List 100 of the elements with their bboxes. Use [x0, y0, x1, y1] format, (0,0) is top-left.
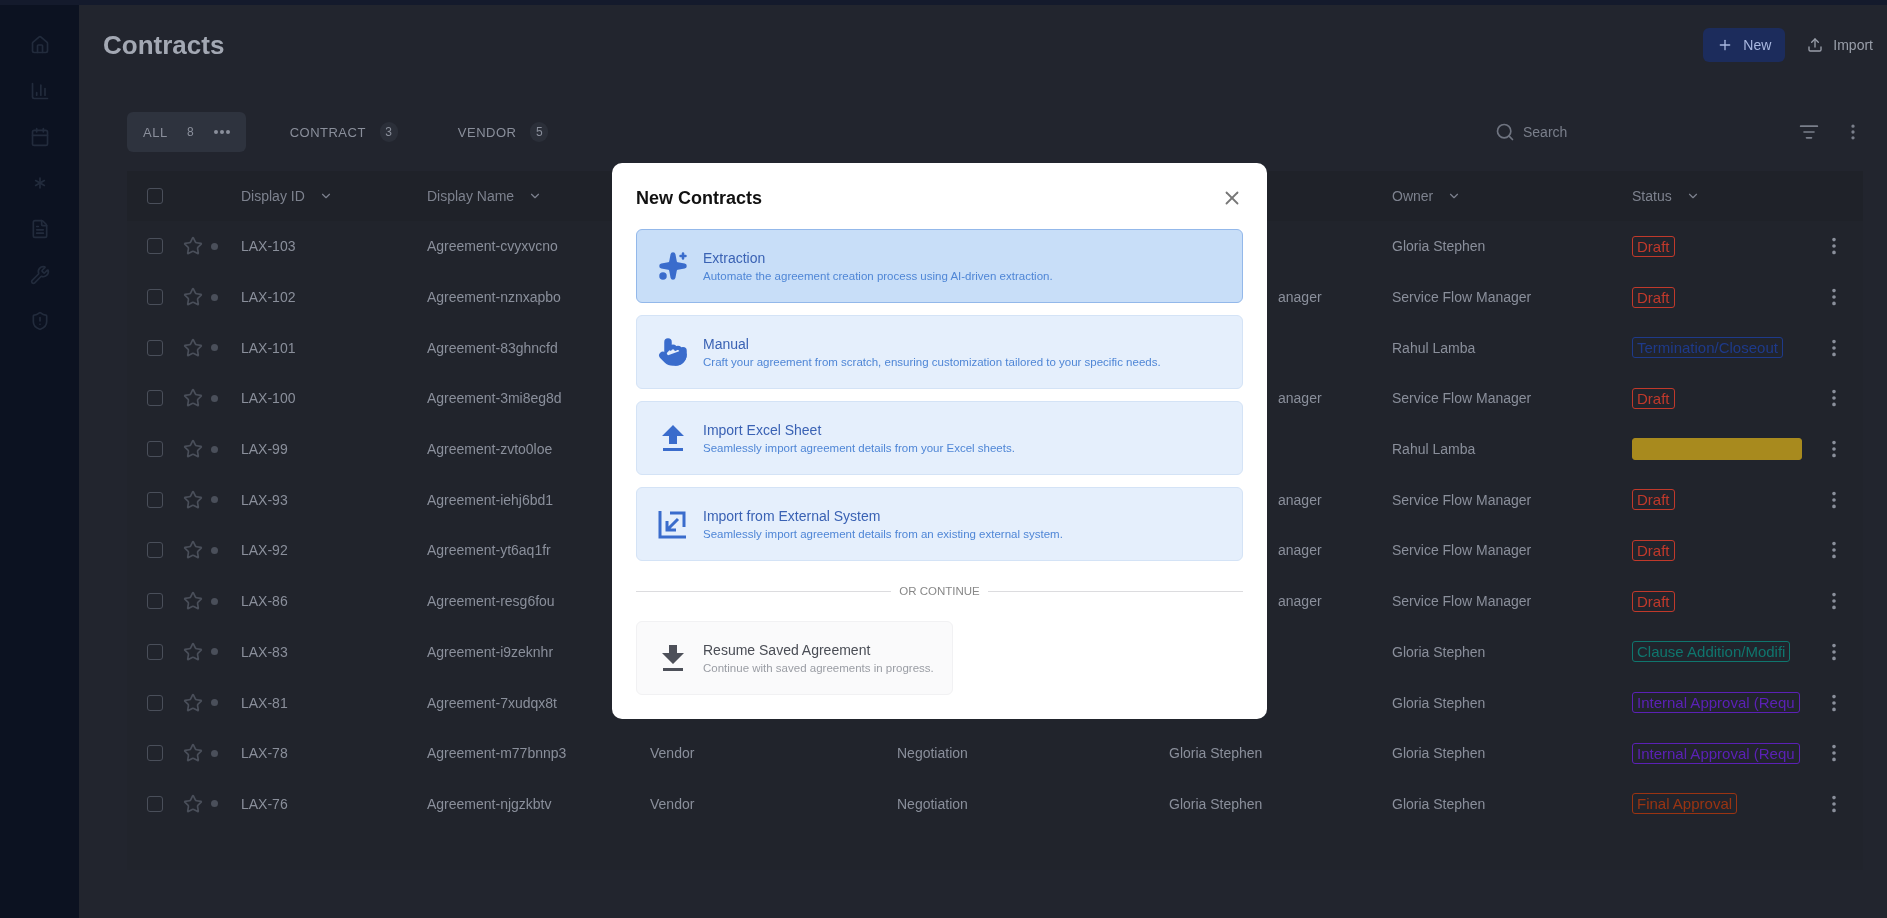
- star-icon[interactable]: [183, 692, 203, 713]
- table-cell-text: anager: [1277, 542, 1323, 559]
- table-cell-text: LAX-100: [241, 390, 297, 407]
- checkbox[interactable]: [147, 289, 163, 306]
- status-badge: Draft: [1632, 387, 1675, 409]
- search-icon: [1495, 122, 1515, 142]
- star-icon[interactable]: [183, 743, 203, 764]
- filter-tab[interactable]: ALL 8: [127, 112, 246, 152]
- dot-icon: [211, 546, 218, 554]
- divider-label: OR CONTINUE: [899, 585, 980, 597]
- dot-icon: [211, 496, 218, 504]
- table-cell-text: LAX-83: [241, 643, 289, 660]
- bar-chart-icon[interactable]: [29, 81, 50, 101]
- column-header[interactable]: Owner: [1392, 188, 1632, 204]
- star-icon[interactable]: [183, 388, 203, 409]
- checkbox[interactable]: [147, 390, 163, 407]
- star-icon[interactable]: [183, 540, 203, 561]
- dot-icon: [211, 293, 218, 301]
- status-badge: Internal Approval (Requ: [1632, 692, 1800, 714]
- table-cell-text: Agreement-i9zeknhr: [427, 643, 555, 660]
- option-card[interactable]: Manual Craft your agreement from scratch, ensuring customization tailored to your specific needs.: [636, 315, 1243, 389]
- checkbox[interactable]: [147, 238, 163, 255]
- star-icon[interactable]: [183, 439, 203, 460]
- home-icon[interactable]: [29, 35, 50, 55]
- page-title: Contracts: [103, 29, 225, 61]
- import-button[interactable]: Import: [1807, 37, 1873, 53]
- table-cell-text: Agreement-m77bnnp3: [427, 745, 568, 762]
- option-card[interactable]: Import Excel Sheet Seamlessly import agreement details from your Excel sheets.: [636, 401, 1243, 475]
- table-cell-text: Negotiation: [897, 745, 969, 762]
- star-icon[interactable]: [183, 287, 203, 308]
- table-cell-text: LAX-103: [241, 238, 297, 255]
- column-header[interactable]: Display ID: [241, 188, 427, 204]
- checkbox[interactable]: [147, 542, 163, 559]
- tab-count: 8: [186, 124, 196, 141]
- table-cell-text: Agreement-yt6aq1fr: [427, 542, 552, 559]
- table-cell-text: Vendor: [650, 795, 696, 812]
- table-cell-text: Gloria Stephen: [1392, 694, 1487, 711]
- table-cell-text: Service Flow Manager: [1392, 390, 1533, 407]
- table-cell-text: Agreement-zvto0loe: [427, 441, 554, 458]
- status-badge: Draft: [1632, 286, 1675, 308]
- filter-icon[interactable]: [1799, 122, 1819, 142]
- star-icon[interactable]: [183, 591, 203, 612]
- table-cell-text: Rahul Lamba: [1392, 339, 1477, 356]
- table-cell-text: Agreement-cvyxvcno: [427, 238, 559, 255]
- calendar-icon[interactable]: [29, 127, 50, 147]
- checkbox[interactable]: [147, 188, 163, 204]
- star-icon[interactable]: [183, 489, 203, 510]
- dot-icon: [211, 394, 218, 402]
- import-arrow-icon: [658, 509, 688, 539]
- filter-tab[interactable]: VENDOR 5: [441, 112, 565, 152]
- option-card[interactable]: Extraction Automate the agreement creation process using AI-driven extraction.: [636, 229, 1243, 303]
- checkbox[interactable]: [147, 795, 163, 812]
- status-badge: Draft: [1632, 489, 1675, 511]
- status-badge: Termination/Closeout: [1632, 337, 1783, 359]
- table-cell-text: Agreement-7xudqx8t: [427, 694, 558, 711]
- dot-icon: [211, 597, 218, 605]
- checkbox[interactable]: [147, 441, 163, 458]
- table-cell-text: LAX-102: [241, 289, 297, 306]
- checkbox[interactable]: [147, 339, 163, 356]
- table-cell-text: LAX-99: [241, 441, 289, 458]
- table-cell-text: Service Flow Manager: [1392, 542, 1533, 559]
- table-cell-text: Gloria Stephen: [1392, 795, 1487, 812]
- wrench-icon[interactable]: [29, 265, 50, 285]
- table-cell-text: Service Flow Manager: [1392, 593, 1533, 610]
- status-badge: Final Approval: [1632, 793, 1738, 815]
- filter-tab[interactable]: CONTRACT 3: [273, 112, 414, 152]
- new-button[interactable]: New: [1703, 28, 1786, 62]
- option-card[interactable]: Resume Saved Agreement Continue with saved agreements in progress.: [636, 621, 953, 695]
- table-cell-text: Gloria Stephen: [1392, 238, 1487, 255]
- star-icon[interactable]: [183, 793, 203, 814]
- status-badge: Internal Approval (Requ: [1632, 742, 1800, 764]
- table-cell-text: LAX-81: [241, 694, 289, 711]
- star-icon[interactable]: [183, 337, 203, 358]
- dot-icon: [211, 749, 218, 757]
- dot-icon: [211, 648, 218, 656]
- table-cell-text: Agreement-nznxapbo: [427, 289, 562, 306]
- column-header[interactable]: Status: [1632, 188, 1823, 204]
- status-badge: Draft: [1632, 235, 1675, 257]
- search-field[interactable]: Search: [1521, 123, 1725, 141]
- tab-count: 3: [379, 122, 398, 142]
- table-cell-text: LAX-101: [241, 339, 297, 356]
- upload-icon: [660, 424, 686, 452]
- table-cell-text: Gloria Stephen: [1169, 795, 1264, 812]
- checkbox[interactable]: [147, 643, 163, 660]
- checkbox[interactable]: [147, 745, 163, 762]
- dot-icon: [211, 800, 218, 808]
- table-cell-text: Rahul Lamba: [1392, 441, 1477, 458]
- option-card[interactable]: Import from External System Seamlessly import agreement details from an existing external system.: [636, 487, 1243, 561]
- checkbox[interactable]: [147, 694, 163, 711]
- checkbox[interactable]: [147, 491, 163, 508]
- star-icon[interactable]: [183, 236, 203, 257]
- dot-icon: [211, 445, 218, 453]
- status-badge: Draft: [1632, 590, 1675, 612]
- dot-icon: [211, 344, 218, 352]
- more-icon: [213, 130, 230, 134]
- star-icon[interactable]: [183, 641, 203, 662]
- checkbox[interactable]: [147, 593, 163, 610]
- table-cell-text: Negotiation: [897, 795, 969, 812]
- table-cell-text: LAX-86: [241, 593, 289, 610]
- table-cell-text: Gloria Stephen: [1392, 745, 1487, 762]
